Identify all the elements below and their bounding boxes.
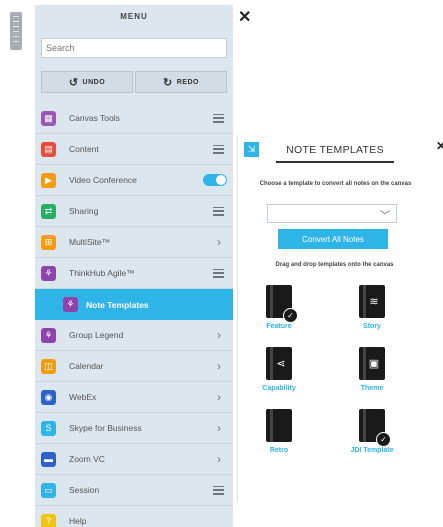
panel-close-icon[interactable]: ✕: [436, 139, 443, 153]
template-name: Story: [363, 323, 381, 330]
menu-item-label: Help: [69, 516, 87, 526]
template-jdi[interactable]: ✓ JDI Template: [342, 409, 402, 454]
theme-template-icon: ▣: [359, 347, 385, 380]
menu-item-label: Sharing: [69, 206, 99, 216]
drag-handle[interactable]: [10, 12, 22, 50]
chevron-right-icon[interactable]: ›: [205, 421, 233, 435]
template-story[interactable]: ≋ Story: [342, 285, 402, 330]
session-icon: ▭: [41, 482, 56, 498]
menu-item-skype[interactable]: S Skype for Business ›: [35, 413, 233, 444]
menu-close-icon[interactable]: ✕: [238, 10, 251, 26]
list-icon[interactable]: [213, 144, 224, 154]
menu-item-video[interactable]: ▶ Video Conference: [35, 165, 233, 196]
chevron-right-icon[interactable]: ›: [205, 359, 233, 373]
redo-icon: ↻: [163, 76, 173, 89]
menu-item-agile[interactable]: ⚘ ThinkHub Agile™: [35, 258, 233, 289]
menu-item-help[interactable]: ? Help: [35, 506, 233, 527]
menu-item-label: Canvas Tools: [69, 113, 120, 123]
list-icon[interactable]: [213, 485, 224, 495]
menu-item-content[interactable]: ▤ Content: [35, 134, 233, 165]
note-templates-icon: ⚘: [63, 297, 78, 312]
group-legend-icon: ⚘: [41, 327, 56, 343]
check-icon: ✓: [283, 308, 298, 323]
template-feature[interactable]: ✓ Feature: [249, 285, 309, 330]
canvas-tools-icon: ▦: [41, 110, 56, 126]
menu-item-session[interactable]: ▭ Session: [35, 475, 233, 506]
menu-item-note-templates[interactable]: ⚘ Note Templates: [35, 289, 233, 320]
menu-item-group-legend[interactable]: ⚘ Group Legend ›: [35, 320, 233, 351]
chevron-right-icon[interactable]: ›: [205, 328, 233, 342]
retro-template-icon: [266, 409, 292, 442]
chevron-right-icon[interactable]: ›: [205, 390, 233, 404]
panel-instruction: Choose a template to convert all notes o…: [259, 181, 412, 187]
redo-button[interactable]: ↻ REDO: [135, 71, 227, 93]
main-menu: MENU ↺ UNDO ↻ REDO ▦ Canvas Tools ▤ Content…: [35, 5, 233, 527]
menu-item-label: MultiSite™: [69, 237, 111, 247]
template-name: Capability: [262, 385, 296, 392]
undo-icon: ↺: [68, 76, 79, 89]
undo-button[interactable]: ↺ UNDO: [41, 71, 133, 93]
template-capability[interactable]: ⋖ Capability: [249, 347, 309, 392]
menu-item-label: Content: [69, 144, 99, 154]
template-name: Theme: [360, 385, 384, 392]
menu-item-canvas-tools[interactable]: ▦ Canvas Tools: [35, 103, 233, 134]
menu-item-label: WebEx: [69, 392, 97, 402]
skype-icon: S: [41, 420, 56, 436]
menu-title: MENU: [120, 12, 148, 21]
list-icon[interactable]: [213, 206, 224, 216]
search-input[interactable]: [41, 38, 227, 58]
help-icon: ?: [41, 513, 56, 527]
multisite-icon: ⊞: [41, 234, 56, 250]
menu-item-label: ThinkHub Agile™: [69, 268, 135, 278]
menu-item-multisite[interactable]: ⊞ MultiSite™ ›: [35, 227, 233, 258]
template-retro[interactable]: Retro: [249, 409, 309, 454]
panel-title: NOTE TEMPLATES: [276, 144, 394, 163]
template-name: Feature: [266, 323, 292, 330]
sharing-icon: ⇄: [41, 203, 56, 219]
chevron-right-icon[interactable]: ›: [205, 452, 233, 466]
feature-template-icon: ✓: [266, 285, 298, 323]
calendar-icon: ◫: [41, 358, 56, 374]
menu-item-label: Note Templates: [86, 299, 149, 310]
check-icon: ✓: [376, 432, 391, 447]
menu-item-label: Group Legend: [69, 330, 124, 340]
menu-item-webex[interactable]: ◉ WebEx ›: [35, 382, 233, 413]
drag-instruction: Drag and drop templates onto the canvas: [275, 262, 394, 268]
video-icon: ▶: [41, 172, 56, 188]
template-select[interactable]: ﹀: [267, 204, 397, 223]
menu-item-label: Skype for Business: [69, 423, 142, 433]
story-template-icon: ≋: [359, 285, 385, 318]
chevron-down-icon: ﹀: [380, 211, 390, 222]
note-templates-panel-icon: ⇲: [244, 142, 259, 157]
convert-all-notes-button[interactable]: Convert All Notes: [278, 229, 388, 249]
menu-item-calendar[interactable]: ◫ Calendar ›: [35, 351, 233, 382]
menu-item-label: Video Conference: [69, 175, 137, 185]
menu-item-label: Zoom VC: [69, 454, 105, 464]
template-name: JDI Template: [350, 447, 394, 454]
template-theme[interactable]: ▣ Theme: [342, 347, 402, 392]
chevron-right-icon[interactable]: ›: [205, 235, 233, 249]
template-name: Retro: [269, 447, 289, 454]
menu-item-label: Calendar: [69, 361, 104, 371]
jdi-template-icon: ✓: [359, 409, 391, 447]
menu-item-zoom[interactable]: ▬ Zoom VC ›: [35, 444, 233, 475]
zoom-icon: ▬: [41, 451, 56, 467]
webex-icon: ◉: [41, 389, 56, 405]
undo-label: UNDO: [82, 78, 106, 86]
menu-item-sharing[interactable]: ⇄ Sharing: [35, 196, 233, 227]
list-icon[interactable]: [213, 268, 224, 278]
note-templates-panel: ⇲ NOTE TEMPLATES Choose a template to co…: [237, 135, 431, 502]
capability-template-icon: ⋖: [266, 347, 292, 380]
redo-label: REDO: [176, 78, 199, 86]
agile-icon: ⚘: [41, 265, 56, 281]
menu-item-label: Session: [69, 485, 100, 495]
video-conference-toggle[interactable]: [203, 174, 227, 186]
content-icon: ▤: [41, 141, 56, 157]
list-icon[interactable]: [213, 113, 224, 123]
